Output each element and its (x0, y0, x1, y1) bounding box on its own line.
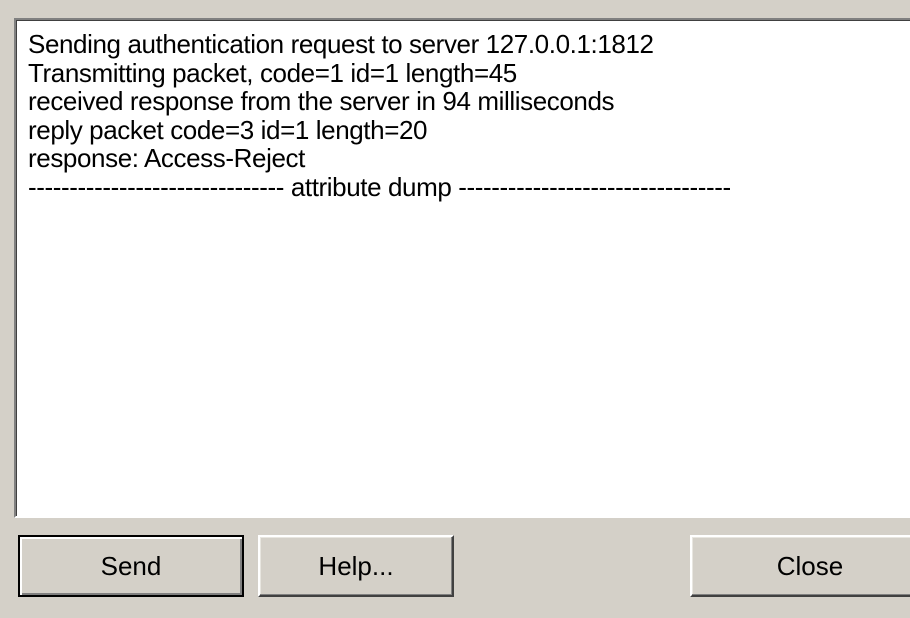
log-line: Transmitting packet, code=1 id=1 length=… (28, 57, 517, 88)
log-output-textarea[interactable]: Sending authentication request to server… (14, 18, 910, 518)
log-separator-line: ------------------------------- attribut… (28, 171, 731, 202)
log-line: response: Access-Reject (28, 143, 305, 173)
log-line: received response from the server in 94 … (28, 86, 615, 116)
close-button[interactable]: Close (690, 535, 910, 597)
send-button[interactable]: Send (18, 535, 244, 597)
log-line: reply packet code=3 id=1 length=20 (28, 114, 428, 145)
radius-test-dialog: Sending authentication request to server… (0, 0, 910, 618)
help-button[interactable]: Help... (258, 535, 454, 597)
log-line: Sending authentication request to server… (28, 29, 654, 59)
